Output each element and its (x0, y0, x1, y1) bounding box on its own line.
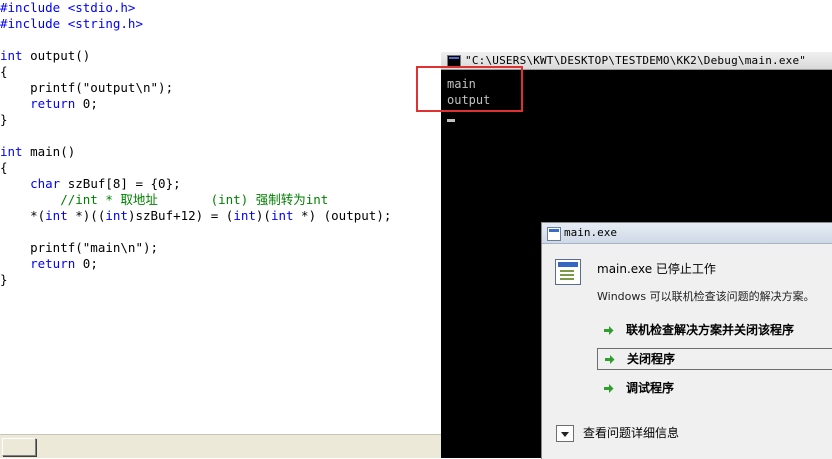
crash-dialog[interactable]: main.exe main.exe 已停止工作 Windows 可以联机检查该问… (541, 222, 832, 459)
code-keyword: return (30, 256, 76, 271)
details-label: 查看问题详细信息 (583, 426, 680, 440)
code-line: { (0, 160, 8, 176)
code-text: szBuf[8] = {0}; (60, 176, 181, 191)
debug-program-option[interactable]: 调试程序 (597, 378, 832, 400)
highlight-box (416, 66, 523, 112)
code-line: int output() (0, 48, 90, 64)
code-comment: //int * 取地址 (int) 强制转为int (0, 192, 329, 207)
dialog-title: main.exe (564, 226, 617, 239)
code-text: output() (22, 48, 91, 63)
chevron-down-icon[interactable] (556, 425, 574, 442)
close-program-option[interactable]: 关闭程序 (597, 348, 832, 370)
scrollbar-thumb[interactable] (2, 438, 36, 456)
code-text: *( (0, 208, 46, 223)
code-line: printf("main\n"); (0, 240, 158, 256)
code-keyword: char (30, 176, 61, 191)
code-text: *) (output); (293, 208, 392, 223)
code-text: 0; (75, 96, 98, 111)
code-editor[interactable]: #include <stdio.h> #include <string.h> int… (0, 0, 441, 458)
option-label: 关闭程序 (627, 352, 676, 366)
code-line: return 0; (0, 256, 98, 272)
green-arrow-icon (604, 384, 614, 393)
program-icon (555, 259, 581, 285)
code-text: { (0, 160, 8, 175)
code-keyword: #include <string.h> (0, 16, 143, 31)
option-label: 联机检查解决方案并关闭该程序 (626, 323, 795, 337)
code-line: int main() (0, 144, 75, 160)
code-keyword: int (0, 48, 23, 63)
dialog-message: Windows 可以联机检查该问题的解决方案。 (597, 290, 815, 303)
code-keyword: int (45, 208, 68, 223)
code-text: printf("main\n"); (0, 240, 159, 255)
code-line: char szBuf[8] = {0}; (0, 176, 181, 192)
code-line: { (0, 64, 8, 80)
code-text: printf("output\n"); (0, 80, 174, 95)
code-text: } (0, 272, 8, 287)
option-label: 调试程序 (626, 381, 675, 395)
code-text: main() (22, 144, 76, 159)
code-line: #include <stdio.h> (0, 0, 135, 16)
code-keyword: int (105, 208, 128, 223)
code-line: #include <string.h> (0, 16, 143, 32)
dialog-heading: main.exe 已停止工作 (597, 262, 716, 276)
code-line: *(int *)((int)szBuf+12) = (int)(int *) (… (0, 208, 391, 224)
code-keyword: int (233, 208, 256, 223)
code-keyword: return (30, 96, 76, 111)
horizontal-scrollbar[interactable] (0, 434, 441, 458)
code-text: )szBuf+12) = ( (127, 208, 234, 223)
check-online-option[interactable]: 联机检查解决方案并关闭该程序 (597, 320, 832, 342)
code-keyword: int (270, 208, 294, 223)
code-line: printf("output\n"); (0, 80, 173, 96)
dialog-titlebar[interactable]: main.exe (542, 223, 832, 244)
code-text: { (0, 64, 8, 79)
console-cursor (447, 119, 455, 122)
green-arrow-icon (604, 326, 614, 335)
code-keyword: #include <stdio.h> (0, 0, 136, 15)
code-text: 0; (75, 256, 98, 271)
app-window-icon (547, 227, 561, 241)
code-keyword: int (0, 144, 23, 159)
code-text: )( (255, 208, 271, 223)
code-line: return 0; (0, 96, 98, 112)
code-line: //int * 取地址 (int) 强制转为int (0, 192, 328, 208)
code-text: } (0, 112, 8, 127)
code-line: } (0, 112, 8, 128)
green-arrow-icon (605, 355, 615, 364)
code-text: *)(( (67, 208, 106, 223)
code-line: } (0, 272, 8, 288)
